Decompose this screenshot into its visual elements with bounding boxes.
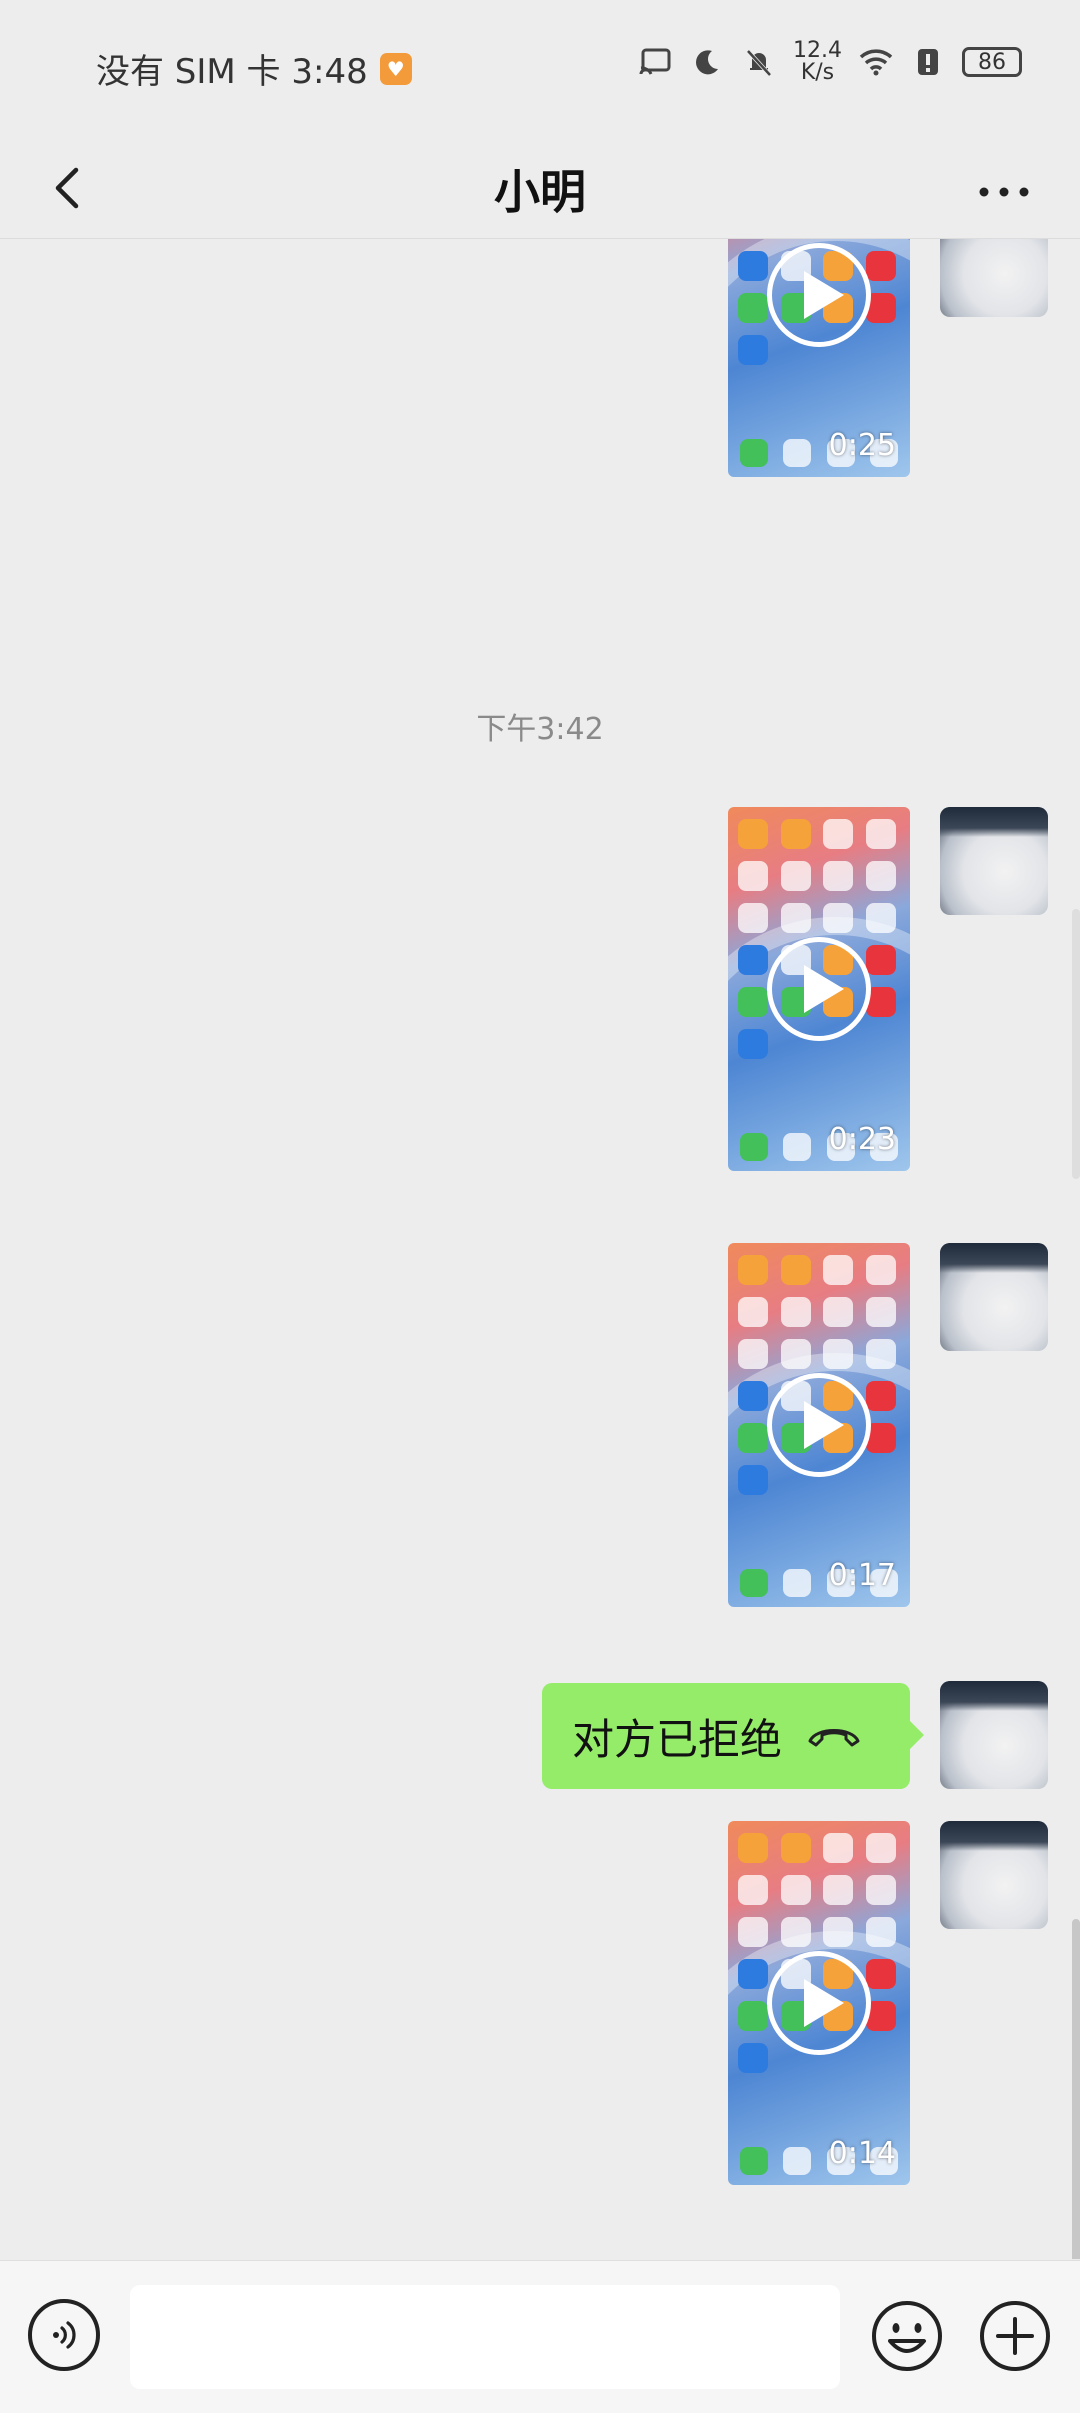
battery-icon: 86 — [962, 47, 1022, 77]
message-list[interactable]: 0:25 下午3:42 0:23 0:17 对方已拒绝 0:14 — [0, 239, 1080, 2259]
video-message[interactable]: 0:25 — [728, 239, 910, 477]
more-button[interactable] — [964, 156, 1044, 216]
emoji-icon — [872, 2301, 942, 2371]
message-input[interactable] — [130, 2285, 840, 2389]
voice-button[interactable] — [28, 2299, 100, 2371]
avatar[interactable] — [940, 1681, 1048, 1789]
chat-header: 小明 — [0, 136, 1080, 239]
video-duration: 0:25 — [828, 428, 896, 463]
call-declined-bubble[interactable]: 对方已拒绝 — [542, 1683, 924, 1789]
net-speed: 12.4 K/s — [793, 40, 842, 84]
play-icon — [767, 1951, 871, 2055]
play-icon — [767, 1373, 871, 1477]
net-speed-unit: K/s — [800, 60, 835, 85]
hangup-icon — [808, 1729, 860, 1747]
avatar[interactable] — [940, 1821, 1048, 1929]
moon-icon — [689, 44, 725, 80]
status-bar: 没有 SIM 卡 3:48 ♥ 12.4 K/s 86 — [0, 0, 1080, 136]
plus-icon — [980, 2301, 1050, 2371]
status-right: 12.4 K/s 86 — [637, 40, 1022, 84]
status-left: 没有 SIM 卡 3:48 ♥ — [96, 44, 412, 93]
scrollbar[interactable] — [1072, 1919, 1080, 2259]
net-speed-value: 12.4 — [793, 38, 842, 63]
chat-title: 小明 — [494, 165, 586, 219]
input-bar — [0, 2260, 1080, 2413]
scroll-track — [1072, 909, 1080, 1179]
carrier-time: 没有 SIM 卡 3:48 — [96, 52, 368, 92]
bell-off-icon — [741, 44, 777, 80]
video-message[interactable]: 0:23 — [728, 807, 910, 1171]
video-message[interactable]: 0:14 — [728, 1821, 910, 2185]
avatar[interactable] — [940, 1243, 1048, 1351]
emoji-button[interactable] — [870, 2299, 944, 2373]
video-message[interactable]: 0:17 — [728, 1243, 910, 1607]
avatar[interactable] — [940, 239, 1048, 317]
app-notification-icon: ♥ — [379, 52, 412, 85]
avatar[interactable] — [940, 807, 1048, 915]
wifi-icon — [858, 44, 894, 80]
cast-icon — [637, 44, 673, 80]
call-status-text: 对方已拒绝 — [572, 1714, 783, 1764]
voice-icon — [53, 2321, 76, 2349]
more-dots-icon — [979, 187, 1029, 197]
timestamp: 下午3:42 — [476, 712, 604, 747]
play-icon — [767, 243, 871, 347]
play-icon — [767, 937, 871, 1041]
add-button[interactable] — [978, 2299, 1052, 2373]
alert-icon — [910, 44, 946, 80]
video-duration: 0:23 — [828, 1122, 896, 1157]
video-duration: 0:14 — [828, 2136, 896, 2171]
video-duration: 0:17 — [828, 1558, 896, 1593]
